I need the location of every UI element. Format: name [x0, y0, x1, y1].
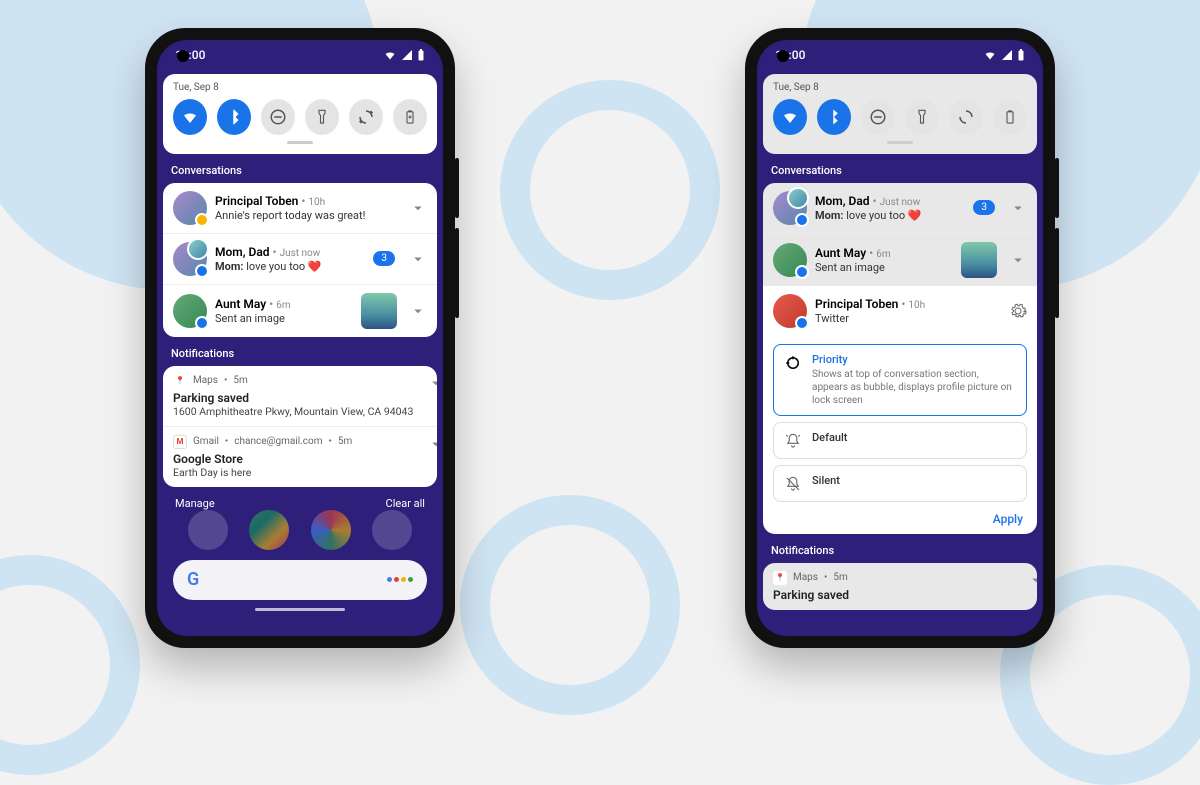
qs-bluetooth[interactable]: [217, 99, 251, 135]
apply-button[interactable]: Apply: [773, 508, 1027, 526]
gear-icon[interactable]: [1009, 302, 1027, 320]
front-camera: [777, 50, 789, 62]
app-badge-icon: [195, 264, 209, 278]
phone-left: 11:00 Tue, Sep 8 Conversations: [145, 28, 455, 648]
chevron-down-icon[interactable]: [409, 199, 427, 217]
qs-flashlight[interactable]: [305, 99, 339, 135]
qs-dnd[interactable]: [261, 99, 295, 135]
quick-settings-panel: Tue, Sep 8: [763, 74, 1037, 154]
home-dock: [157, 510, 443, 550]
notifications-group: 📍 Maps • 5m Parking saved: [763, 563, 1037, 610]
qs-drag-handle[interactable]: [887, 141, 913, 144]
focused-conversation: Principal Toben • 10h Twitter: [763, 286, 1037, 336]
notification-item[interactable]: 📍 Maps • 5m Parking saved: [763, 563, 1037, 610]
qs-battery-saver[interactable]: [393, 99, 427, 135]
bell-off-icon: [784, 475, 802, 493]
signal-icon: [401, 49, 413, 61]
app-badge-icon: [795, 316, 809, 330]
avatar: [773, 294, 807, 328]
conversations-group: Principal Toben • 10h Annie's report tod…: [163, 183, 437, 337]
wifi-icon: [383, 49, 397, 61]
conversation-item[interactable]: Aunt May • 6m Sent an image: [763, 234, 1037, 286]
qs-battery-saver[interactable]: [993, 99, 1027, 135]
app-icon[interactable]: [372, 510, 412, 550]
chevron-down-icon[interactable]: [427, 374, 437, 392]
notification-item[interactable]: 📍 Maps • 5m Parking saved 1600 Amphithea…: [163, 366, 437, 427]
phone-right: 11:00 Tue, Sep 8 Conversations: [745, 28, 1055, 648]
maps-icon: 📍: [773, 571, 787, 585]
app-badge-icon: [195, 316, 209, 330]
app-icon[interactable]: [249, 510, 289, 550]
conversation-item[interactable]: Principal Toben • 10h Annie's report tod…: [163, 183, 437, 234]
battery-icon: [417, 49, 425, 61]
manage-button[interactable]: Manage: [175, 497, 215, 510]
qs-flashlight[interactable]: [905, 99, 939, 135]
avatar: [773, 191, 807, 225]
app-badge-icon: [795, 213, 809, 227]
avatar: [173, 191, 207, 225]
front-camera: [177, 50, 189, 62]
notifications-header: Notifications: [157, 337, 443, 366]
option-priority[interactable]: Priority Shows at top of conversation se…: [773, 344, 1027, 416]
conversation-item[interactable]: Aunt May • 6m Sent an image: [163, 285, 437, 337]
qs-drag-handle[interactable]: [287, 141, 313, 144]
qs-wifi[interactable]: [773, 99, 807, 135]
app-icon[interactable]: [188, 510, 228, 550]
wifi-icon: [983, 49, 997, 61]
google-logo-icon: G: [187, 569, 199, 590]
app-badge-icon: [795, 265, 809, 279]
notification-options-panel: Priority Shows at top of conversation se…: [763, 336, 1037, 534]
conversation-item[interactable]: Mom, Dad • Just now Mom: love you too ❤️…: [763, 183, 1037, 234]
chevron-down-icon[interactable]: [1009, 251, 1027, 269]
conversations-header: Conversations: [757, 154, 1043, 183]
unread-badge: 3: [373, 251, 395, 266]
avatar: [173, 242, 207, 276]
priority-badge-icon: [195, 213, 209, 227]
bell-icon: [784, 432, 802, 450]
gmail-icon: M: [173, 435, 187, 449]
conversations-header: Conversations: [157, 154, 443, 183]
clear-all-button[interactable]: Clear all: [386, 497, 425, 510]
notification-item[interactable]: M Gmail • chance@gmail.com • 5m Google S…: [163, 427, 437, 487]
assistant-icon[interactable]: [387, 577, 413, 582]
qs-dnd[interactable]: [861, 99, 895, 135]
qs-date: Tue, Sep 8: [773, 82, 1027, 93]
image-thumbnail: [961, 242, 997, 278]
conversation-item-expanded[interactable]: Principal Toben • 10h Twitter: [763, 286, 1037, 336]
chevron-down-icon[interactable]: [1009, 199, 1027, 217]
conversations-dimmed-group: Mom, Dad • Just now Mom: love you too ❤️…: [763, 183, 1037, 286]
signal-icon: [1001, 49, 1013, 61]
battery-icon: [1017, 49, 1025, 61]
qs-date: Tue, Sep 8: [173, 82, 427, 93]
chevron-down-icon[interactable]: [1027, 571, 1037, 589]
avatar: [173, 294, 207, 328]
status-bar: 11:00: [157, 40, 443, 70]
qs-bluetooth[interactable]: [817, 99, 851, 135]
unread-badge: 3: [973, 200, 995, 215]
priority-icon: [784, 354, 802, 372]
image-thumbnail: [361, 293, 397, 329]
notifications-header: Notifications: [757, 534, 1043, 563]
avatar: [773, 243, 807, 277]
maps-icon: 📍: [173, 374, 187, 388]
chevron-down-icon[interactable]: [409, 250, 427, 268]
option-silent[interactable]: Silent: [773, 465, 1027, 502]
chevron-down-icon[interactable]: [427, 435, 437, 453]
search-bar[interactable]: G: [173, 560, 427, 600]
option-default[interactable]: Default: [773, 422, 1027, 459]
nav-handle[interactable]: [255, 608, 345, 611]
status-bar: 11:00: [757, 40, 1043, 70]
qs-rotation[interactable]: [349, 99, 383, 135]
qs-rotation[interactable]: [949, 99, 983, 135]
conversation-item[interactable]: Mom, Dad • Just now Mom: love you too ❤️…: [163, 234, 437, 285]
chevron-down-icon[interactable]: [409, 302, 427, 320]
notifications-group: 📍 Maps • 5m Parking saved 1600 Amphithea…: [163, 366, 437, 487]
app-icon[interactable]: [311, 510, 351, 550]
qs-wifi[interactable]: [173, 99, 207, 135]
quick-settings-panel: Tue, Sep 8: [163, 74, 437, 154]
